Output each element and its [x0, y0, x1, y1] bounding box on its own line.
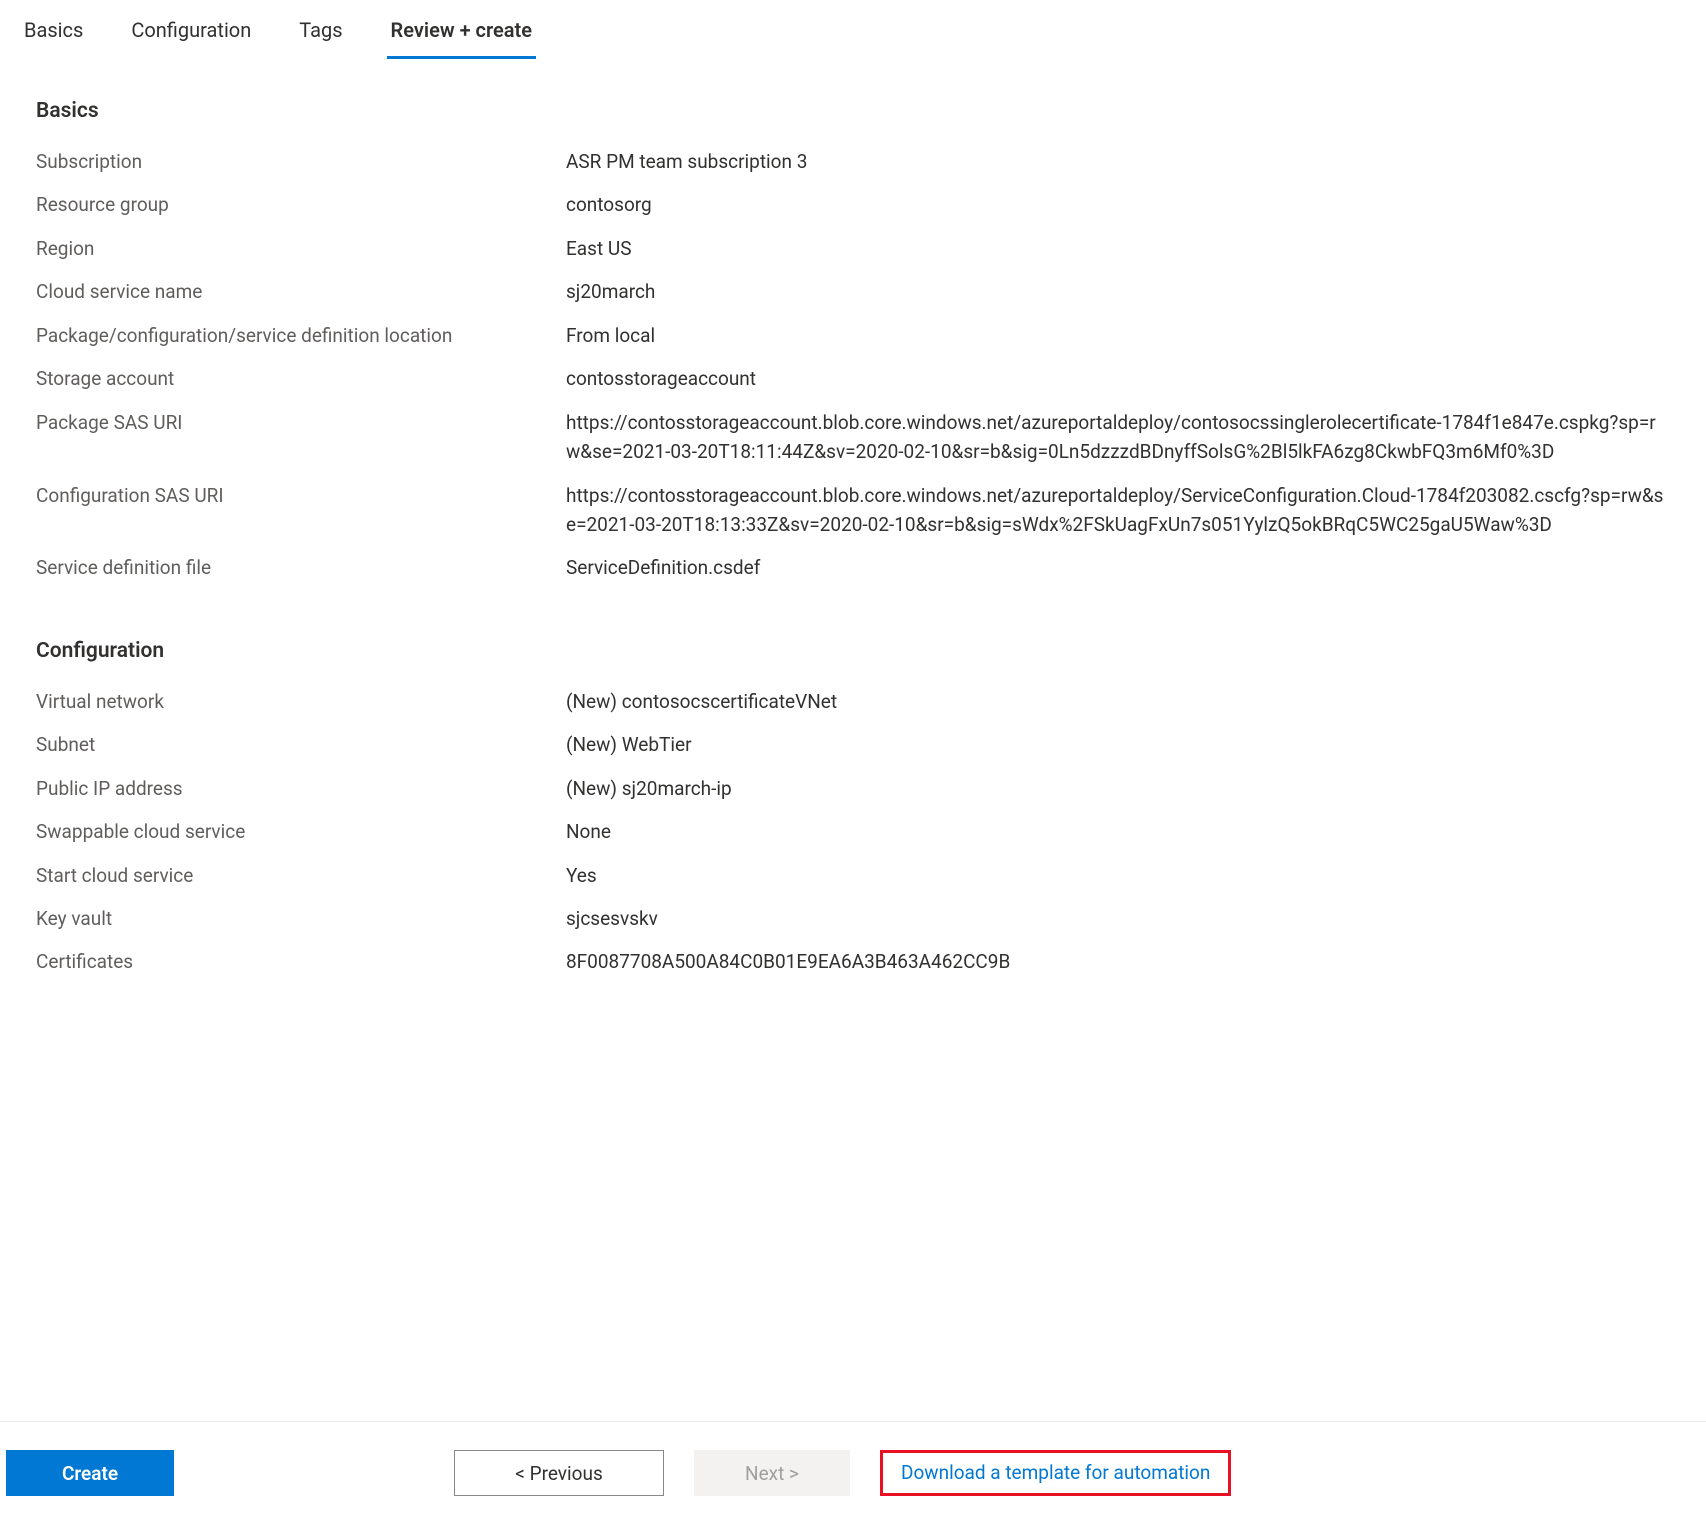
- label-configuration-sas-uri: Configuration SAS URI: [36, 481, 566, 510]
- tab-tags[interactable]: Tags: [295, 10, 346, 59]
- label-cloud-service-name: Cloud service name: [36, 277, 566, 306]
- row-resource-group: Resource group contosorg: [36, 190, 1670, 219]
- value-cloud-service-name: sj20march: [566, 277, 1666, 306]
- row-region: Region East US: [36, 234, 1670, 263]
- label-key-vault: Key vault: [36, 904, 566, 933]
- configuration-section: Configuration Virtual network (New) cont…: [36, 639, 1670, 977]
- value-swappable-cloud-service: None: [566, 817, 1666, 846]
- value-configuration-sas-uri: https://contosstorageaccount.blob.core.w…: [566, 481, 1666, 540]
- label-virtual-network: Virtual network: [36, 687, 566, 716]
- value-storage-account: contosstorageaccount: [566, 364, 1666, 393]
- value-public-ip-address: (New) sj20march-ip: [566, 774, 1666, 803]
- value-package-sas-uri: https://contosstorageaccount.blob.core.w…: [566, 408, 1666, 467]
- label-subscription: Subscription: [36, 147, 566, 176]
- row-certificates: Certificates 8F0087708A500A84C0B01E9EA6A…: [36, 947, 1670, 976]
- footer-divider: [0, 1421, 1706, 1422]
- tab-review-create[interactable]: Review + create: [387, 10, 536, 59]
- download-template-link[interactable]: Download a template for automation: [880, 1450, 1231, 1496]
- row-package-sas-uri: Package SAS URI https://contosstorageacc…: [36, 408, 1670, 467]
- label-public-ip-address: Public IP address: [36, 774, 566, 803]
- label-start-cloud-service: Start cloud service: [36, 861, 566, 890]
- configuration-heading: Configuration: [36, 639, 1670, 663]
- value-service-definition-file: ServiceDefinition.csdef: [566, 553, 1666, 582]
- label-swappable-cloud-service: Swappable cloud service: [36, 817, 566, 846]
- row-key-vault: Key vault sjcsesvskv: [36, 904, 1670, 933]
- row-subnet: Subnet (New) WebTier: [36, 730, 1670, 759]
- basics-heading: Basics: [36, 99, 1670, 123]
- content-area: Basics Subscription ASR PM team subscrip…: [0, 59, 1706, 1033]
- value-subscription: ASR PM team subscription 3: [566, 147, 1666, 176]
- row-cloud-service-name: Cloud service name sj20march: [36, 277, 1670, 306]
- tab-basics[interactable]: Basics: [20, 10, 87, 59]
- row-configuration-sas-uri: Configuration SAS URI https://contosstor…: [36, 481, 1670, 540]
- row-storage-account: Storage account contosstorageaccount: [36, 364, 1670, 393]
- value-start-cloud-service: Yes: [566, 861, 1666, 890]
- row-virtual-network: Virtual network (New) contosocscertifica…: [36, 687, 1670, 716]
- label-subnet: Subnet: [36, 730, 566, 759]
- value-certificates: 8F0087708A500A84C0B01E9EA6A3B463A462CC9B: [566, 947, 1666, 976]
- label-storage-account: Storage account: [36, 364, 566, 393]
- row-subscription: Subscription ASR PM team subscription 3: [36, 147, 1670, 176]
- value-subnet: (New) WebTier: [566, 730, 1666, 759]
- value-key-vault: sjcsesvskv: [566, 904, 1666, 933]
- tab-configuration[interactable]: Configuration: [127, 10, 255, 59]
- label-package-location: Package/configuration/service definition…: [36, 321, 566, 350]
- value-package-location: From local: [566, 321, 1666, 350]
- basics-section: Basics Subscription ASR PM team subscrip…: [36, 99, 1670, 583]
- label-service-definition-file: Service definition file: [36, 553, 566, 582]
- next-button: Next >: [694, 1450, 850, 1496]
- row-service-definition-file: Service definition file ServiceDefinitio…: [36, 553, 1670, 582]
- tab-bar: Basics Configuration Tags Review + creat…: [0, 0, 1706, 59]
- value-resource-group: contosorg: [566, 190, 1666, 219]
- footer-bar: Create < Previous Next > Download a temp…: [0, 1432, 1706, 1514]
- previous-button[interactable]: < Previous: [454, 1450, 664, 1496]
- row-swappable-cloud-service: Swappable cloud service None: [36, 817, 1670, 846]
- label-resource-group: Resource group: [36, 190, 566, 219]
- label-certificates: Certificates: [36, 947, 566, 976]
- row-start-cloud-service: Start cloud service Yes: [36, 861, 1670, 890]
- value-region: East US: [566, 234, 1666, 263]
- label-package-sas-uri: Package SAS URI: [36, 408, 566, 437]
- row-package-location: Package/configuration/service definition…: [36, 321, 1670, 350]
- label-region: Region: [36, 234, 566, 263]
- value-virtual-network: (New) contosocscertificateVNet: [566, 687, 1666, 716]
- row-public-ip-address: Public IP address (New) sj20march-ip: [36, 774, 1670, 803]
- create-button[interactable]: Create: [6, 1450, 174, 1496]
